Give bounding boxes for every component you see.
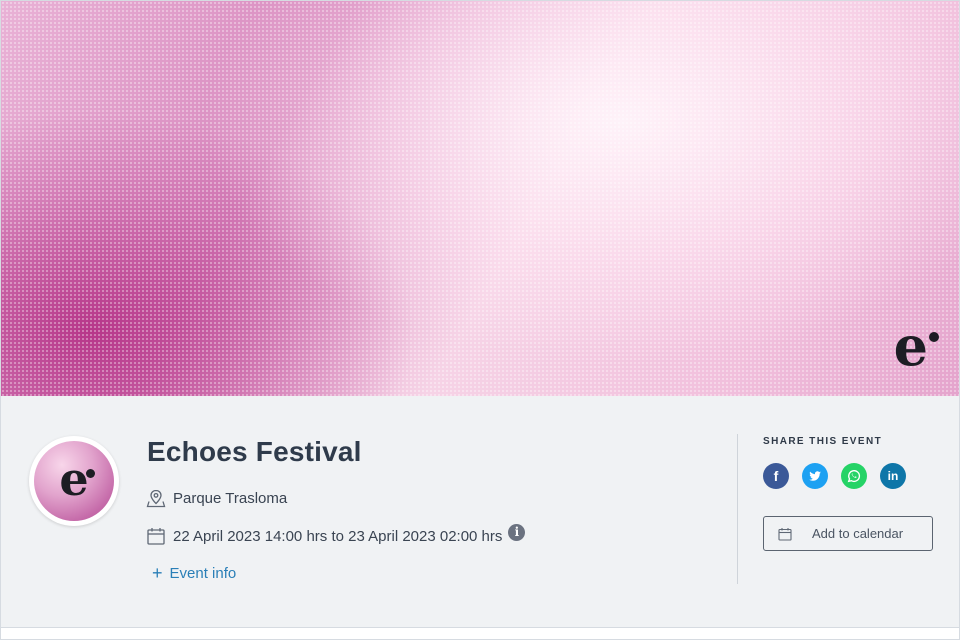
- linkedin-share-button[interactable]: in: [880, 463, 906, 489]
- whatsapp-share-button[interactable]: [841, 463, 867, 489]
- twitter-share-button[interactable]: [802, 463, 828, 489]
- facebook-share-button[interactable]: f: [763, 463, 789, 489]
- linkedin-icon: in: [887, 469, 899, 483]
- add-to-calendar-button[interactable]: Add to calendar: [763, 516, 933, 551]
- event-date-text: 22 April 2023 14:00 hrs to 23 April 2023…: [173, 527, 503, 545]
- avatar-logo-dot: [86, 469, 95, 478]
- whatsapp-icon: [847, 470, 861, 483]
- share-title: SHARE THIS EVENT: [763, 436, 883, 447]
- vertical-divider: [737, 434, 738, 584]
- brand-logo-letter: e: [893, 314, 928, 378]
- info-icon[interactable]: i: [508, 523, 526, 541]
- event-location: Parque Trasloma: [146, 488, 287, 508]
- brand-logo: e: [893, 314, 939, 378]
- avatar-logo-letter: e: [59, 452, 89, 506]
- add-to-calendar-label: Add to calendar: [812, 526, 904, 541]
- calendar-icon: [147, 528, 165, 545]
- event-location-text: Parque Trasloma: [173, 489, 288, 507]
- event-info-label: Event info: [169, 564, 237, 582]
- brand-logo-dot: [929, 332, 939, 342]
- event-info-panel: e Echoes Festival Parque Trasloma 22 Apr…: [1, 396, 959, 628]
- facebook-icon: f: [773, 468, 779, 484]
- event-title: Echoes Festival: [147, 436, 362, 467]
- twitter-icon: [809, 471, 821, 481]
- plus-icon: +: [152, 563, 163, 583]
- share-icons: f in: [763, 463, 906, 489]
- event-date: 22 April 2023 14:00 hrs to 23 April 2023…: [146, 523, 526, 546]
- event-info-link[interactable]: + Event info: [152, 564, 236, 582]
- event-page: e e Echoes Festival Parque Trasloma 22 A…: [0, 0, 960, 640]
- event-avatar: e: [29, 436, 119, 526]
- calendar-small-icon: [778, 527, 792, 541]
- event-avatar-image: e: [34, 441, 114, 521]
- event-banner-image: e: [1, 1, 959, 396]
- map-pin-icon: [146, 489, 166, 508]
